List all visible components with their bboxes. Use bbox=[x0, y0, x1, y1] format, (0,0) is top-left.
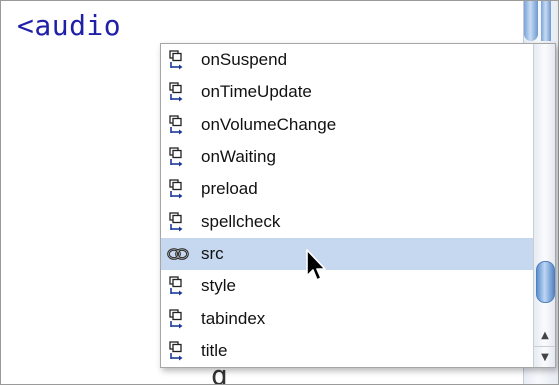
autocomplete-scrollbar[interactable]: ▲ ▼ bbox=[533, 44, 555, 367]
autocomplete-list: onSuspend onTimeUpdate onVolumeChange on… bbox=[161, 44, 533, 367]
event-attribute-icon bbox=[167, 341, 189, 361]
autocomplete-item-label: title bbox=[201, 340, 228, 360]
event-attribute-icon bbox=[167, 147, 189, 167]
autocomplete-item-label: onVolumeChange bbox=[201, 114, 337, 134]
autocomplete-item-src[interactable]: src bbox=[161, 237, 533, 271]
editor-scrollbar-thumb-secondary[interactable] bbox=[541, 1, 551, 41]
autocomplete-item-style[interactable]: style bbox=[161, 270, 533, 302]
event-attribute-icon bbox=[167, 211, 189, 232]
scroll-down-arrow-icon[interactable]: ▼ bbox=[534, 347, 555, 367]
scroll-up-arrow-icon[interactable]: ▲ bbox=[534, 325, 555, 345]
event-attribute-icon bbox=[167, 276, 189, 296]
code-line-audio-tag[interactable]: <audio bbox=[17, 9, 121, 42]
event-attribute-icon bbox=[167, 115, 189, 135]
autocomplete-item-label: onTimeUpdate bbox=[201, 82, 312, 102]
link-icon bbox=[167, 244, 189, 264]
autocomplete-popup: onSuspend onTimeUpdate onVolumeChange on… bbox=[160, 43, 556, 368]
autocomplete-item-label: spellcheck bbox=[201, 211, 281, 231]
autocomplete-item-tabindex[interactable]: tabindex bbox=[161, 302, 533, 334]
autocomplete-item-label: onSuspend bbox=[201, 50, 288, 70]
event-attribute-icon bbox=[167, 308, 189, 329]
autocomplete-item-label: style bbox=[201, 276, 236, 296]
autocomplete-item-label: preload bbox=[201, 179, 258, 199]
autocomplete-item-spellcheck[interactable]: spellcheck bbox=[161, 205, 533, 237]
autocomplete-item-onsuspend[interactable]: onSuspend bbox=[161, 44, 533, 76]
autocomplete-item-ontimeupdate[interactable]: onTimeUpdate bbox=[161, 76, 533, 108]
editor-scrollbar-thumb[interactable] bbox=[524, 1, 538, 41]
autocomplete-item-preload[interactable]: preload bbox=[161, 173, 533, 205]
autocomplete-item-label: tabindex bbox=[201, 308, 266, 328]
autocomplete-scrollbar-thumb[interactable] bbox=[536, 261, 555, 303]
event-attribute-icon bbox=[167, 50, 189, 70]
autocomplete-item-title[interactable]: title bbox=[161, 335, 533, 367]
mouse-pointer-icon bbox=[306, 249, 326, 281]
autocomplete-item-label: src bbox=[201, 243, 224, 263]
event-attribute-icon bbox=[167, 179, 189, 199]
autocomplete-item-onvolumechange[interactable]: onVolumeChange bbox=[161, 109, 533, 141]
autocomplete-item-label: onWaiting bbox=[201, 147, 276, 167]
autocomplete-item-onwaiting[interactable]: onWaiting bbox=[161, 141, 533, 173]
event-attribute-icon bbox=[167, 82, 189, 102]
